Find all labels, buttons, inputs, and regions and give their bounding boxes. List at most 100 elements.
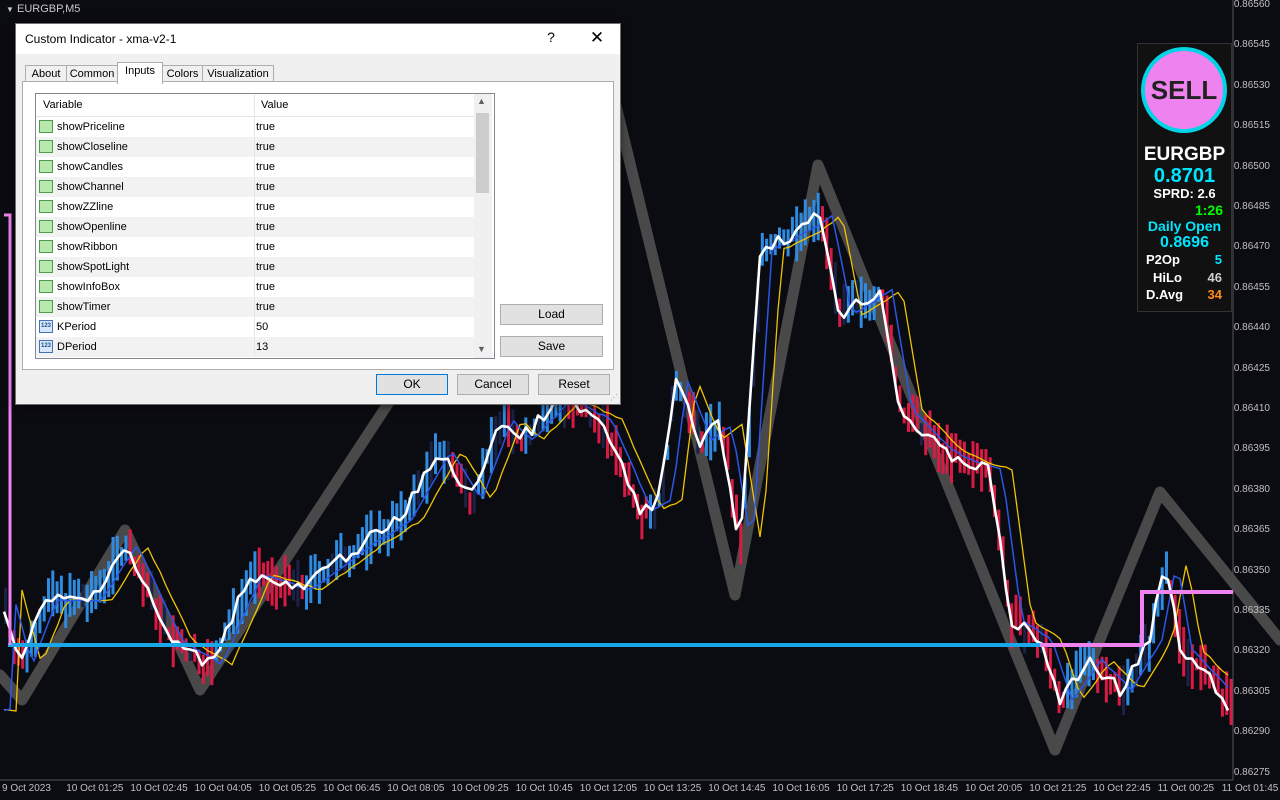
param-value[interactable]: 13 [256, 341, 268, 353]
input-row-showRibbon[interactable]: showRibbon true [36, 237, 474, 257]
candle [438, 441, 442, 460]
scroll-thumb[interactable] [476, 113, 489, 193]
candle [799, 212, 803, 251]
time-axis-label: 9 Oct 2023 [2, 783, 51, 794]
chart-symbol-title: ▼ EURGBP,M5 [6, 3, 81, 15]
input-row-showSpotLight[interactable]: showSpotLight true [36, 257, 474, 277]
candle [1216, 666, 1220, 695]
input-row-showCandles[interactable]: showCandles true [36, 157, 474, 177]
reset-button[interactable]: Reset [538, 374, 610, 395]
input-row-showZZline[interactable]: showZZline true [36, 197, 474, 217]
param-name: showCandles [57, 161, 124, 173]
grid-scrollbar[interactable]: ▲ ▼ [474, 94, 492, 358]
help-button[interactable]: ? [543, 29, 559, 45]
price-axis-label: 0.86380 [1233, 483, 1270, 495]
time-axis-label: 10 Oct 18:45 [900, 783, 959, 794]
info-symbol: EURGBP [1143, 144, 1226, 165]
candle [77, 578, 81, 609]
time-axis-label: 10 Oct 20:05 [965, 783, 1023, 794]
save-button[interactable]: Save [500, 336, 603, 357]
bool-param-icon [39, 240, 53, 253]
candle [958, 439, 962, 473]
dialog-titlebar[interactable]: Custom Indicator - xma-v2-1 ? ✕ [16, 24, 620, 54]
candle [274, 566, 278, 610]
time-axis-label: 10 Oct 10:45 [515, 783, 573, 794]
price-axis-label: 0.86410 [1233, 403, 1270, 414]
info-box: SELL EURGBP 0.8701 SPRD: 2.6 1:26 Daily … [1137, 43, 1232, 312]
resize-grip-icon[interactable]: ⋰ [610, 393, 618, 402]
input-row-showPriceline[interactable]: showPriceline true [36, 117, 474, 137]
param-value[interactable]: true [256, 281, 275, 293]
param-value[interactable]: true [256, 121, 275, 133]
input-row-showCloseline[interactable]: showCloseline true [36, 137, 474, 157]
load-button[interactable]: Load [500, 304, 603, 325]
bool-param-icon [39, 220, 53, 233]
daily-open-label: Daily Open [1147, 218, 1222, 234]
param-value[interactable]: true [256, 141, 275, 153]
param-value[interactable]: true [256, 181, 275, 193]
candle [468, 492, 472, 515]
input-row-DPeriod[interactable]: 123 DPeriod 13 [36, 337, 474, 357]
param-value[interactable]: 50 [256, 321, 268, 333]
price-axis-label: 0.86470 [1233, 241, 1270, 253]
scroll-up-icon[interactable]: ▲ [477, 96, 486, 106]
input-row-showOpenline[interactable]: showOpenline true [36, 217, 474, 237]
candle [627, 462, 631, 496]
input-row-showTimer[interactable]: showTimer true [36, 297, 474, 317]
input-row-showChannel[interactable]: showChannel true [36, 177, 474, 197]
candle [47, 578, 50, 612]
inputs-grid: Variable Value showPriceline true showClos… [35, 93, 495, 359]
candle [262, 562, 265, 586]
time-axis-label: 10 Oct 09:25 [451, 783, 509, 794]
param-name: showRibbon [57, 241, 118, 253]
ok-button[interactable]: OK [376, 374, 448, 395]
param-value[interactable]: true [256, 241, 275, 253]
candle [98, 570, 102, 603]
param-name: showZZline [57, 201, 114, 213]
param-name: showSpotLight [57, 261, 130, 273]
param-value[interactable]: true [256, 161, 275, 173]
candle [1160, 567, 1164, 610]
price-axis-label: 0.86290 [1233, 726, 1270, 738]
bool-param-icon [39, 280, 53, 293]
time-axis-label: 10 Oct 16:05 [772, 783, 830, 794]
input-row-KPeriod[interactable]: 123 KPeriod 50 [36, 317, 474, 337]
price-axis-label: 0.86320 [1233, 645, 1270, 657]
bool-param-icon [39, 160, 53, 173]
prior-open-line [1040, 590, 1233, 647]
close-button[interactable]: ✕ [586, 28, 608, 48]
price-axis-label: 0.86335 [1233, 605, 1270, 616]
time-axis-label: 10 Oct 17:25 [836, 783, 894, 794]
price-axis-label: 0.86485 [1233, 201, 1270, 212]
param-value[interactable]: true [256, 261, 275, 273]
inputs-panel: Variable Value showPriceline true showClos… [22, 81, 614, 370]
tab-inputs[interactable]: Inputs [117, 62, 163, 84]
bool-param-icon [39, 200, 53, 213]
bool-param-icon [39, 260, 53, 273]
candle [494, 416, 498, 464]
candle [201, 654, 205, 684]
candle [124, 535, 128, 561]
param-name: showInfoBox [57, 281, 120, 293]
price-axis-label: 0.86440 [1233, 322, 1270, 334]
integer-param-icon: 123 [39, 320, 53, 333]
cancel-button[interactable]: Cancel [457, 374, 529, 395]
param-value[interactable]: true [256, 301, 275, 313]
price-axis-label: 0.86305 [1233, 685, 1270, 697]
column-value[interactable]: Value [261, 99, 288, 111]
candle [369, 510, 373, 565]
session-marker-line [4, 213, 12, 645]
price-axis-label: 0.86365 [1233, 524, 1270, 536]
signal-badge: SELL [1141, 47, 1227, 133]
input-row-showInfoBox[interactable]: showInfoBox true [36, 277, 474, 297]
scroll-down-icon[interactable]: ▼ [477, 344, 486, 354]
time-axis-label: 11 Oct 01:45 [1221, 783, 1279, 794]
candle [1117, 666, 1121, 706]
dialog-title: Custom Indicator - xma-v2-1 [25, 32, 177, 46]
time-axis-label: 10 Oct 22:45 [1093, 783, 1151, 794]
price-axis-label: 0.86350 [1233, 564, 1270, 576]
param-value[interactable]: true [256, 221, 275, 233]
param-value[interactable]: true [256, 201, 275, 213]
price-axis-label: 0.86560 [1233, 0, 1270, 10]
column-variable[interactable]: Variable [43, 99, 83, 111]
